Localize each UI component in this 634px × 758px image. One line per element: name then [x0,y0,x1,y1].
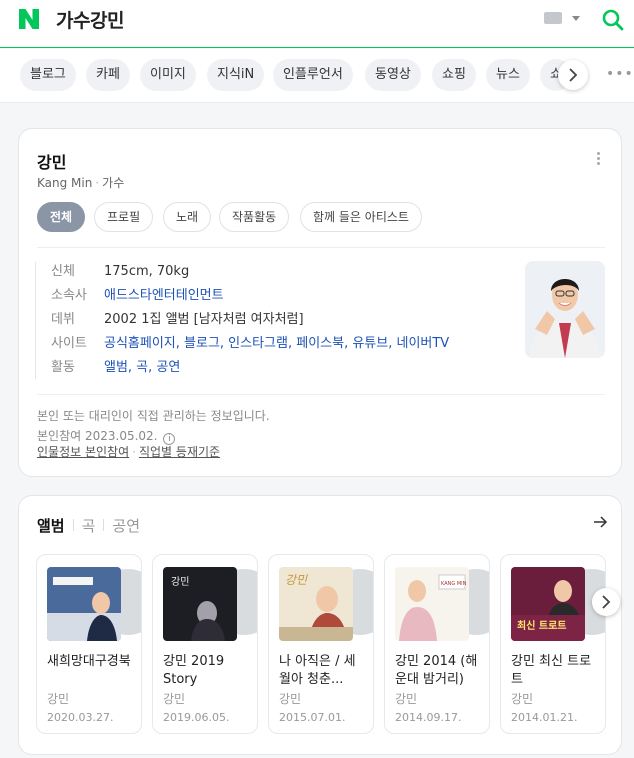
info-row-debut: 데뷔 2002 1집 앨범 [남자처럼 여자처럼] [51,310,304,330]
more-icon[interactable]: ••• [606,66,634,82]
naver-logo-icon[interactable] [17,7,41,31]
info-value: 175cm, 70kg [104,264,190,279]
person-name[interactable]: 강민 [37,149,66,173]
keyboard-icon[interactable] [544,12,562,24]
info-label: 활동 [51,360,75,375]
album-cover: 강민 [163,567,237,641]
cover-text: 강민 [285,573,308,587]
album-artist: 강민 [47,692,70,706]
album-item[interactable]: 강민 강민 2019 Story 강민 2019.06.05. [152,554,258,734]
album-item[interactable]: KANG MIN 강민 2014 (해운대 밤거리) 강민 2014.09.17… [384,554,490,734]
tab-blog[interactable]: 블로그 [20,59,76,91]
album-artist: 강민 [511,692,534,706]
chip-related-artists[interactable]: 함께 들은 아티스트 [300,202,422,232]
albums-card: 앨범 곡 공연 새희망대구경북 강민 2020.03.27. 강민 강민 201… [18,495,622,755]
tab-influencer[interactable]: 인플루언서 [273,59,353,91]
info-divider [35,262,36,379]
tab-news[interactable]: 뉴스 [486,59,530,91]
info-row-body: 신체 175cm, 70kg [51,262,189,282]
album-artist: 강민 [163,692,186,706]
album-date: 2020.03.27. [47,711,114,724]
chevron-right-icon [569,68,578,82]
cover-text: KANG MIN [441,581,467,587]
chip-profile[interactable]: 프로필 [94,202,154,232]
chevron-right-icon [602,595,611,609]
self-participation-link[interactable]: 인물정보 본인참여 [37,445,129,459]
album-date: 2014.01.21. [511,711,578,724]
info-row-sites: 사이트 공식홈페이지, 블로그, 인스타그램, 페이스북, 유튜브, 네이버TV [51,334,449,354]
tab-image[interactable]: 이미지 [140,59,196,91]
chevron-down-icon[interactable] [572,16,580,21]
english-name: Kang Min [37,176,93,190]
managed-note: 본인 또는 대리인이 직접 관리하는 정보입니다. [37,409,270,423]
occupation: 가수 [102,176,125,190]
search-tabs: 블로그 카페 이미지 지식iN 인플루언서 동영상 쇼핑 뉴스 쇼 ••• [0,49,634,103]
info-value: 2002 1집 앨범 [남자처럼 여자처럼] [104,312,304,327]
kebab-menu-icon[interactable] [597,152,601,166]
album-title: 새희망대구경북 [47,654,131,669]
tab-kin[interactable]: 지식iN [207,59,265,91]
agency-link[interactable]: 애드스타엔터테인먼트 [104,288,224,303]
footer-links: 인물정보 본인참여 · 직업별 등재기준 [37,445,221,459]
listing-criteria-link[interactable]: 직업별 등재기준 [139,445,220,459]
header: 가수강민 [0,0,634,48]
verified-text: 본인참여 2023.05.02. [37,429,158,443]
album-artist: 강민 [395,692,418,706]
chip-all[interactable]: 전체 [37,202,86,232]
album-date: 2014.09.17. [395,711,462,724]
tab-video[interactable]: 동영상 [365,59,421,91]
chip-works[interactable]: 작품활동 [219,202,290,232]
cover-text: 강민 [171,577,190,588]
album-item[interactable]: 새희망대구경북 강민 2020.03.27. [36,554,142,734]
chip-songs[interactable]: 노래 [163,202,212,232]
sites-links[interactable]: 공식홈페이지, 블로그, 인스타그램, 페이스북, 유튜브, 네이버TV [104,336,449,351]
tab-shopping[interactable]: 쇼핑 [432,59,476,91]
albums-next-button[interactable] [592,588,620,616]
search-query[interactable]: 가수강민 [56,6,124,33]
tab-albums[interactable]: 앨범 [37,517,65,535]
album-title: 강민 최신 트로트 [511,654,592,687]
search-icon[interactable] [601,8,625,32]
divider [37,394,605,395]
cover-text: 최신 트로트 [517,621,567,632]
profile-card: 강민 Kang Min · 가수 전체 프로필 노래 작품활동 함께 들은 아티스트… [18,128,622,477]
profile-photo[interactable] [525,261,605,358]
info-label: 데뷔 [51,312,75,327]
person-subtitle: Kang Min · 가수 [37,176,125,190]
info-label: 소속사 [51,288,87,303]
album-cover: 최신 트로트 [511,567,585,641]
info-label: 사이트 [51,336,87,351]
album-cover [47,567,121,641]
info-row-activity: 활동 앨범, 곡, 공연 [51,358,180,378]
album-date: 2019.06.05. [163,711,230,724]
info-row-agency: 소속사 애드스타엔터테인먼트 [51,286,224,306]
divider [37,247,605,248]
album-artist: 강민 [279,692,302,706]
album-cover: KANG MIN [395,567,469,641]
albums-tabs: 앨범 곡 공연 [37,515,140,536]
arrow-right-icon[interactable] [592,514,608,530]
album-item[interactable]: 최신 트로트 강민 최신 트로트 강민 2014.01.21. [500,554,606,734]
album-cover: 강민 [279,567,353,641]
album-date: 2015.07.01. [279,711,346,724]
tab-cafe[interactable]: 카페 [86,59,130,91]
album-item[interactable]: 강민 나 아직은 / 세월아 청춘... 강민 2015.07.01. [268,554,374,734]
tabs-next-button[interactable] [558,60,588,90]
info-label: 신체 [51,264,75,279]
album-title: 나 아직은 / 세월아 청춘... [279,654,356,687]
tab-songs[interactable]: 곡 [82,517,96,535]
album-title: 강민 2014 (해운대 밤거리) [395,654,478,687]
album-title: 강민 2019 Story [163,654,225,687]
activity-links[interactable]: 앨범, 곡, 공연 [104,360,180,375]
tab-concerts[interactable]: 공연 [112,517,140,535]
page: 가수강민 블로그 카페 이미지 지식iN 인플루언서 동영상 쇼핑 뉴스 쇼 •… [0,0,634,758]
